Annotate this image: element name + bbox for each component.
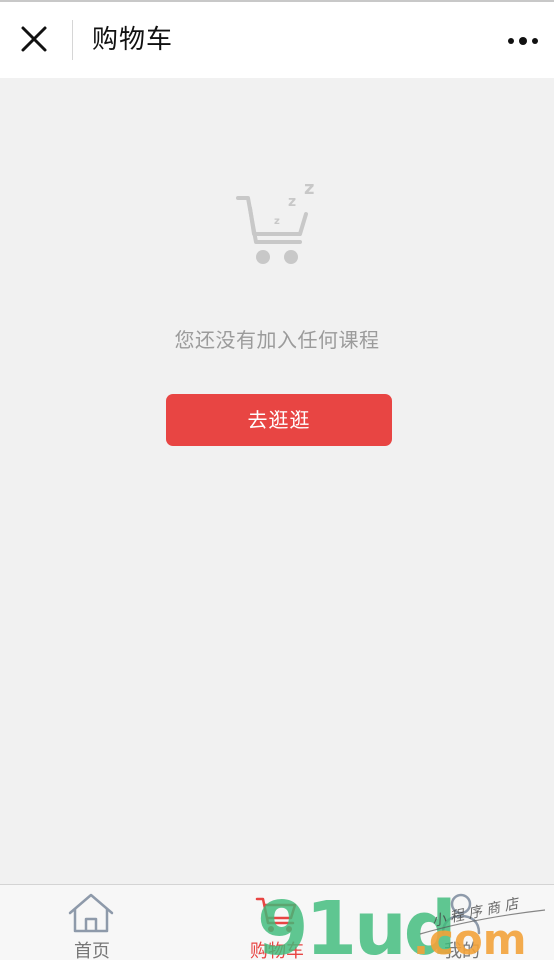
go-browse-button[interactable]: 去逛逛 [166, 394, 392, 446]
more-dots-icon [508, 38, 514, 44]
nav-divider [72, 20, 73, 60]
home-icon [68, 893, 114, 933]
more-options-button[interactable] [500, 24, 546, 58]
svg-text:z: z [274, 216, 280, 227]
tab-profile[interactable]: 我的 [370, 885, 554, 960]
navigation-bar: 购物车 [0, 2, 554, 78]
tab-home[interactable]: 首页 [0, 885, 184, 960]
tab-home-label: 首页 [74, 941, 110, 960]
svg-text:z: z [304, 178, 314, 199]
tab-bar: 首页 购物车 我的 [0, 884, 554, 960]
sleeping-cart-icon: z z z [236, 178, 314, 264]
user-icon [441, 893, 481, 935]
close-button[interactable] [14, 22, 54, 58]
page-title: 购物车 [92, 25, 174, 55]
svg-text:z: z [288, 194, 296, 210]
tab-profile-label: 我的 [444, 941, 480, 960]
close-icon [21, 26, 47, 52]
tab-cart-label: 购物车 [250, 941, 304, 960]
tab-cart[interactable]: 购物车 [185, 885, 369, 960]
cart-icon [255, 897, 297, 932]
empty-cart-message: 您还没有加入任何课程 [174, 328, 380, 352]
